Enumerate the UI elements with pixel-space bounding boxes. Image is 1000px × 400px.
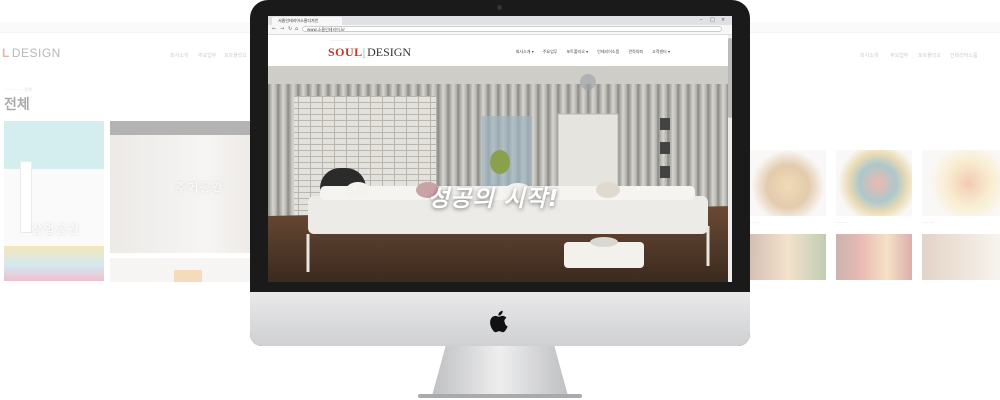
logo-subtitle: ···················· <box>352 56 372 60</box>
close-icon[interactable]: × <box>721 17 725 24</box>
background-tile-detail <box>174 270 202 282</box>
menu-item-estimate[interactable]: 견적의뢰 <box>628 49 643 55</box>
site-header: ····················· SOUL| DESIGN ······… <box>268 35 732 65</box>
product-thumb-misc <box>922 234 1000 280</box>
browser-tab[interactable]: 서울인테리어소울디자인 <box>272 17 342 25</box>
back-icon[interactable]: ← <box>272 26 276 33</box>
imac-stand <box>432 346 568 396</box>
product-caption: ······· <box>750 220 759 225</box>
menu-item-services[interactable]: 주요업무 <box>543 49 558 55</box>
background-browser-strip <box>0 22 270 33</box>
background-menu-item: 인테리어소품 <box>950 53 978 59</box>
background-tile-extra <box>110 258 270 282</box>
love-sign <box>20 161 32 233</box>
background-menu-item: 주요업무 <box>890 53 909 59</box>
url-input[interactable]: www.소울인테리어.kr <box>302 26 722 32</box>
background-menu-item: 회사소개 <box>170 53 189 59</box>
slider-next-button[interactable]: › <box>636 181 641 195</box>
site-logo[interactable]: ····················· SOUL| DESIGN ······… <box>328 39 412 61</box>
logo-tagline: ····················· <box>330 39 351 43</box>
cushion <box>596 182 620 198</box>
maximize-icon[interactable]: □ <box>710 17 715 24</box>
slider-prev-button[interactable]: ‹ <box>352 181 357 195</box>
background-menu-item: 포트폴리오 <box>918 53 942 59</box>
frame <box>660 142 670 154</box>
frame <box>660 118 670 130</box>
frame <box>660 166 670 178</box>
background-page-title: 전체 <box>4 97 30 113</box>
background-tile-residential: 주거공간 <box>110 121 270 253</box>
main-menu: 회사소개 ▾ 주요업무 포트폴리오 ▾ 인테리어소품 견적의뢰 고객센터 ▾ <box>516 49 670 55</box>
ceiling <box>268 66 732 84</box>
hero-slogan: 성공의 시작! <box>428 186 560 212</box>
reload-icon[interactable]: ↻ <box>288 26 292 33</box>
apple-logo-icon <box>490 310 508 333</box>
background-browser-strip <box>730 22 1000 33</box>
product-thumb-figurines <box>750 234 826 280</box>
chandelier <box>580 74 596 90</box>
screen: 서울인테리어소울디자인 – □ × ← → ↻ ⌂ www.소울인테리어.kr … <box>268 16 732 282</box>
menu-item-support[interactable]: 고객센터 ▾ <box>652 49 670 55</box>
background-menu-item: 주요업무 <box>198 53 217 59</box>
background-menu-item: 회사소개 <box>860 53 879 59</box>
browser-tab-bar: 서울인테리어소울디자인 – □ × <box>268 16 732 25</box>
background-breadcrumb: ········· ··· · 전체 <box>4 87 32 92</box>
forward-icon[interactable]: → <box>280 26 284 33</box>
minimize-icon[interactable]: – <box>700 17 703 24</box>
background-menu-item: 포트폴리오 <box>224 53 248 59</box>
product-thumb-rooster <box>836 150 912 216</box>
cushion <box>346 182 370 198</box>
background-page-right: 회사소개 주요업무 포트폴리오 인테리어소품 ······· ·········… <box>730 0 1000 400</box>
background-logo: L DESIGN <box>2 46 61 60</box>
browser-address-bar: ← → ↻ ⌂ www.소울인테리어.kr <box>268 25 732 35</box>
home-icon[interactable]: ⌂ <box>295 26 298 33</box>
hero-slider[interactable]: 성공의 시작! ‹ › <box>268 66 732 282</box>
camera-icon <box>497 5 502 10</box>
logo-design: DESIGN <box>367 45 412 59</box>
background-page-left: L DESIGN 회사소개 주요업무 포트폴리오 ········· ··· · … <box>0 0 270 400</box>
background-tile-label: 상업공간 <box>32 223 81 236</box>
tray <box>590 237 618 247</box>
imac-stand-base <box>418 394 582 398</box>
product-caption: ·········· <box>836 220 849 225</box>
menu-item-props[interactable]: 인테리어소품 <box>597 49 619 55</box>
product-thumb-dolls <box>836 234 912 280</box>
product-caption: ·········· <box>922 220 935 225</box>
plant <box>490 150 510 174</box>
hero-image <box>268 66 732 282</box>
background-tile-commercial: 상업공간 <box>4 121 104 281</box>
scrollbar-thumb[interactable] <box>728 38 732 118</box>
menu-item-about[interactable]: 회사소개 ▾ <box>516 49 534 55</box>
background-tile-label: 주거공간 <box>176 181 225 194</box>
menu-item-portfolio[interactable]: 포트폴리오 ▾ <box>566 49 588 55</box>
ceiling-strip <box>110 121 270 135</box>
product-thumb-hen <box>750 150 826 216</box>
product-thumb-bird <box>922 150 1000 216</box>
